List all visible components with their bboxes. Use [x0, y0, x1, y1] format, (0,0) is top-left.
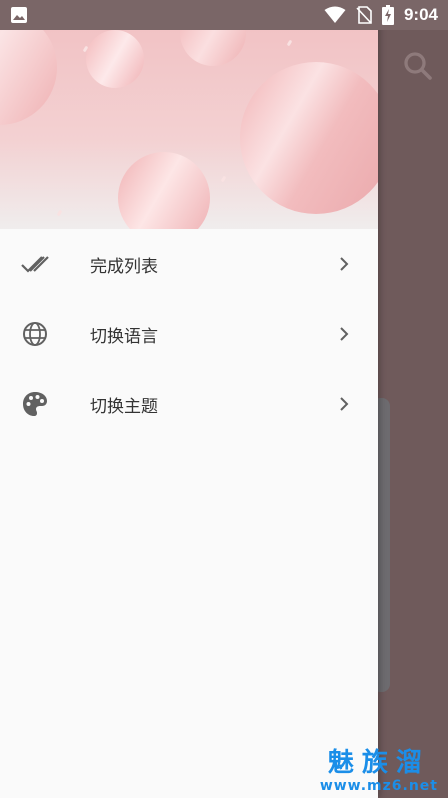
battery-charging-icon: [381, 5, 394, 25]
decor-bubble: [118, 152, 210, 229]
chevron-right-icon: [340, 327, 349, 341]
menu-item-label: 完成列表: [90, 256, 158, 277]
decor-sparkle: [220, 175, 227, 183]
globe-icon: [23, 322, 47, 346]
menu-item-label: 切换语言: [90, 326, 158, 347]
menu-item-switch-theme[interactable]: 切换主题: [0, 369, 378, 439]
decor-sparkle: [56, 209, 63, 217]
double-check-icon: [21, 256, 49, 273]
menu-item-label: 切换主题: [90, 396, 158, 417]
navigation-drawer: 完成列表 切换语言 切换主题: [0, 0, 378, 798]
watermark-url: www.mz6.net: [319, 778, 438, 794]
image-notification-icon: [11, 7, 27, 23]
search-icon[interactable]: [400, 48, 436, 84]
drawer-menu: 完成列表 切换语言 切换主题: [0, 229, 378, 439]
menu-item-switch-language[interactable]: 切换语言: [0, 299, 378, 369]
status-icons: 9:04: [324, 5, 438, 25]
status-time: 9:04: [403, 5, 438, 24]
status-bar: 9:04: [0, 0, 448, 30]
palette-icon: [23, 392, 47, 416]
wifi-icon: [324, 6, 346, 23]
decor-bubble: [86, 30, 144, 88]
chevron-right-icon: [340, 397, 349, 411]
menu-item-completed-list[interactable]: 完成列表: [0, 229, 378, 299]
decor-bubble: [0, 30, 57, 125]
decor-sparkle: [286, 39, 293, 47]
decor-bubble: [180, 30, 246, 66]
decor-bubble: [240, 62, 378, 214]
drawer-header-image: [0, 30, 378, 229]
no-sim-icon: [356, 6, 372, 24]
watermark: 魅族溜 www.mz6.net: [320, 748, 438, 794]
chevron-right-icon: [340, 257, 349, 271]
watermark-title: 魅族溜: [327, 748, 430, 778]
